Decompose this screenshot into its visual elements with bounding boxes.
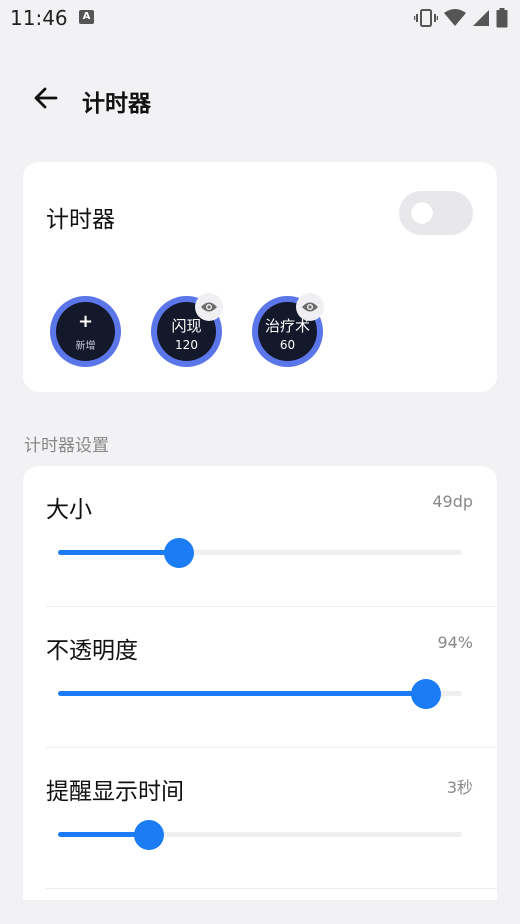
- arrow-left-icon: [34, 87, 58, 109]
- timer-toggle-label: 计时器: [46, 207, 115, 233]
- setting-label: 大小: [46, 497, 92, 523]
- vibrate-icon: [414, 9, 438, 27]
- wifi-icon: [444, 9, 466, 26]
- timer-toggle[interactable]: [399, 191, 473, 235]
- add-timer-label: 新增: [75, 341, 96, 352]
- slider-thumb[interactable]: [164, 538, 194, 568]
- page-title: 计时器: [82, 91, 151, 117]
- timer-duration: 120: [175, 338, 198, 352]
- setting-label: 提醒显示时间: [46, 779, 184, 805]
- signal-icon: [473, 10, 489, 26]
- slider-thumb[interactable]: [411, 679, 441, 709]
- setting-value: 3秒: [446, 778, 473, 797]
- visibility-toggle[interactable]: [195, 293, 223, 321]
- timer-card: 计时器 + 新增 闪现 120 治疗术 60: [23, 162, 497, 392]
- toggle-knob: [411, 202, 433, 224]
- eye-icon: [201, 302, 217, 312]
- add-timer-face: + 新增: [56, 302, 115, 361]
- setting-size: 大小 49dp: [23, 466, 497, 607]
- slider-thumb[interactable]: [134, 820, 164, 850]
- screen: 11:46 A 计时器 计时器 + 新增 闪现 120 治疗术 60 计时器设置…: [0, 0, 520, 924]
- back-button[interactable]: [28, 80, 64, 116]
- status-time: 11:46: [10, 6, 68, 30]
- eye-icon: [302, 302, 318, 312]
- plus-icon: +: [77, 311, 94, 332]
- settings-card: 大小 49dp 不透明度 94% 提醒显示时间 3秒: [23, 466, 497, 900]
- slider-fill: [58, 691, 426, 696]
- status-icons: [414, 8, 508, 28]
- divider: [46, 888, 497, 889]
- setting-reminder-duration: 提醒显示时间 3秒: [23, 748, 497, 889]
- visibility-toggle[interactable]: [296, 293, 324, 321]
- slider-fill: [58, 550, 179, 555]
- size-slider[interactable]: [58, 538, 462, 568]
- setting-opacity: 不透明度 94%: [23, 607, 497, 748]
- status-bar: 11:46 A: [0, 0, 520, 36]
- setting-value: 49dp: [432, 492, 473, 511]
- reminder-duration-slider[interactable]: [58, 820, 462, 850]
- setting-label: 不透明度: [46, 638, 138, 664]
- add-timer-button[interactable]: + 新增: [50, 296, 121, 367]
- settings-section-header: 计时器设置: [24, 436, 109, 456]
- timer-duration: 60: [279, 338, 296, 352]
- opacity-slider[interactable]: [58, 679, 462, 709]
- notification-icon: A: [79, 10, 94, 24]
- battery-icon: [496, 8, 508, 28]
- setting-value: 94%: [437, 633, 473, 652]
